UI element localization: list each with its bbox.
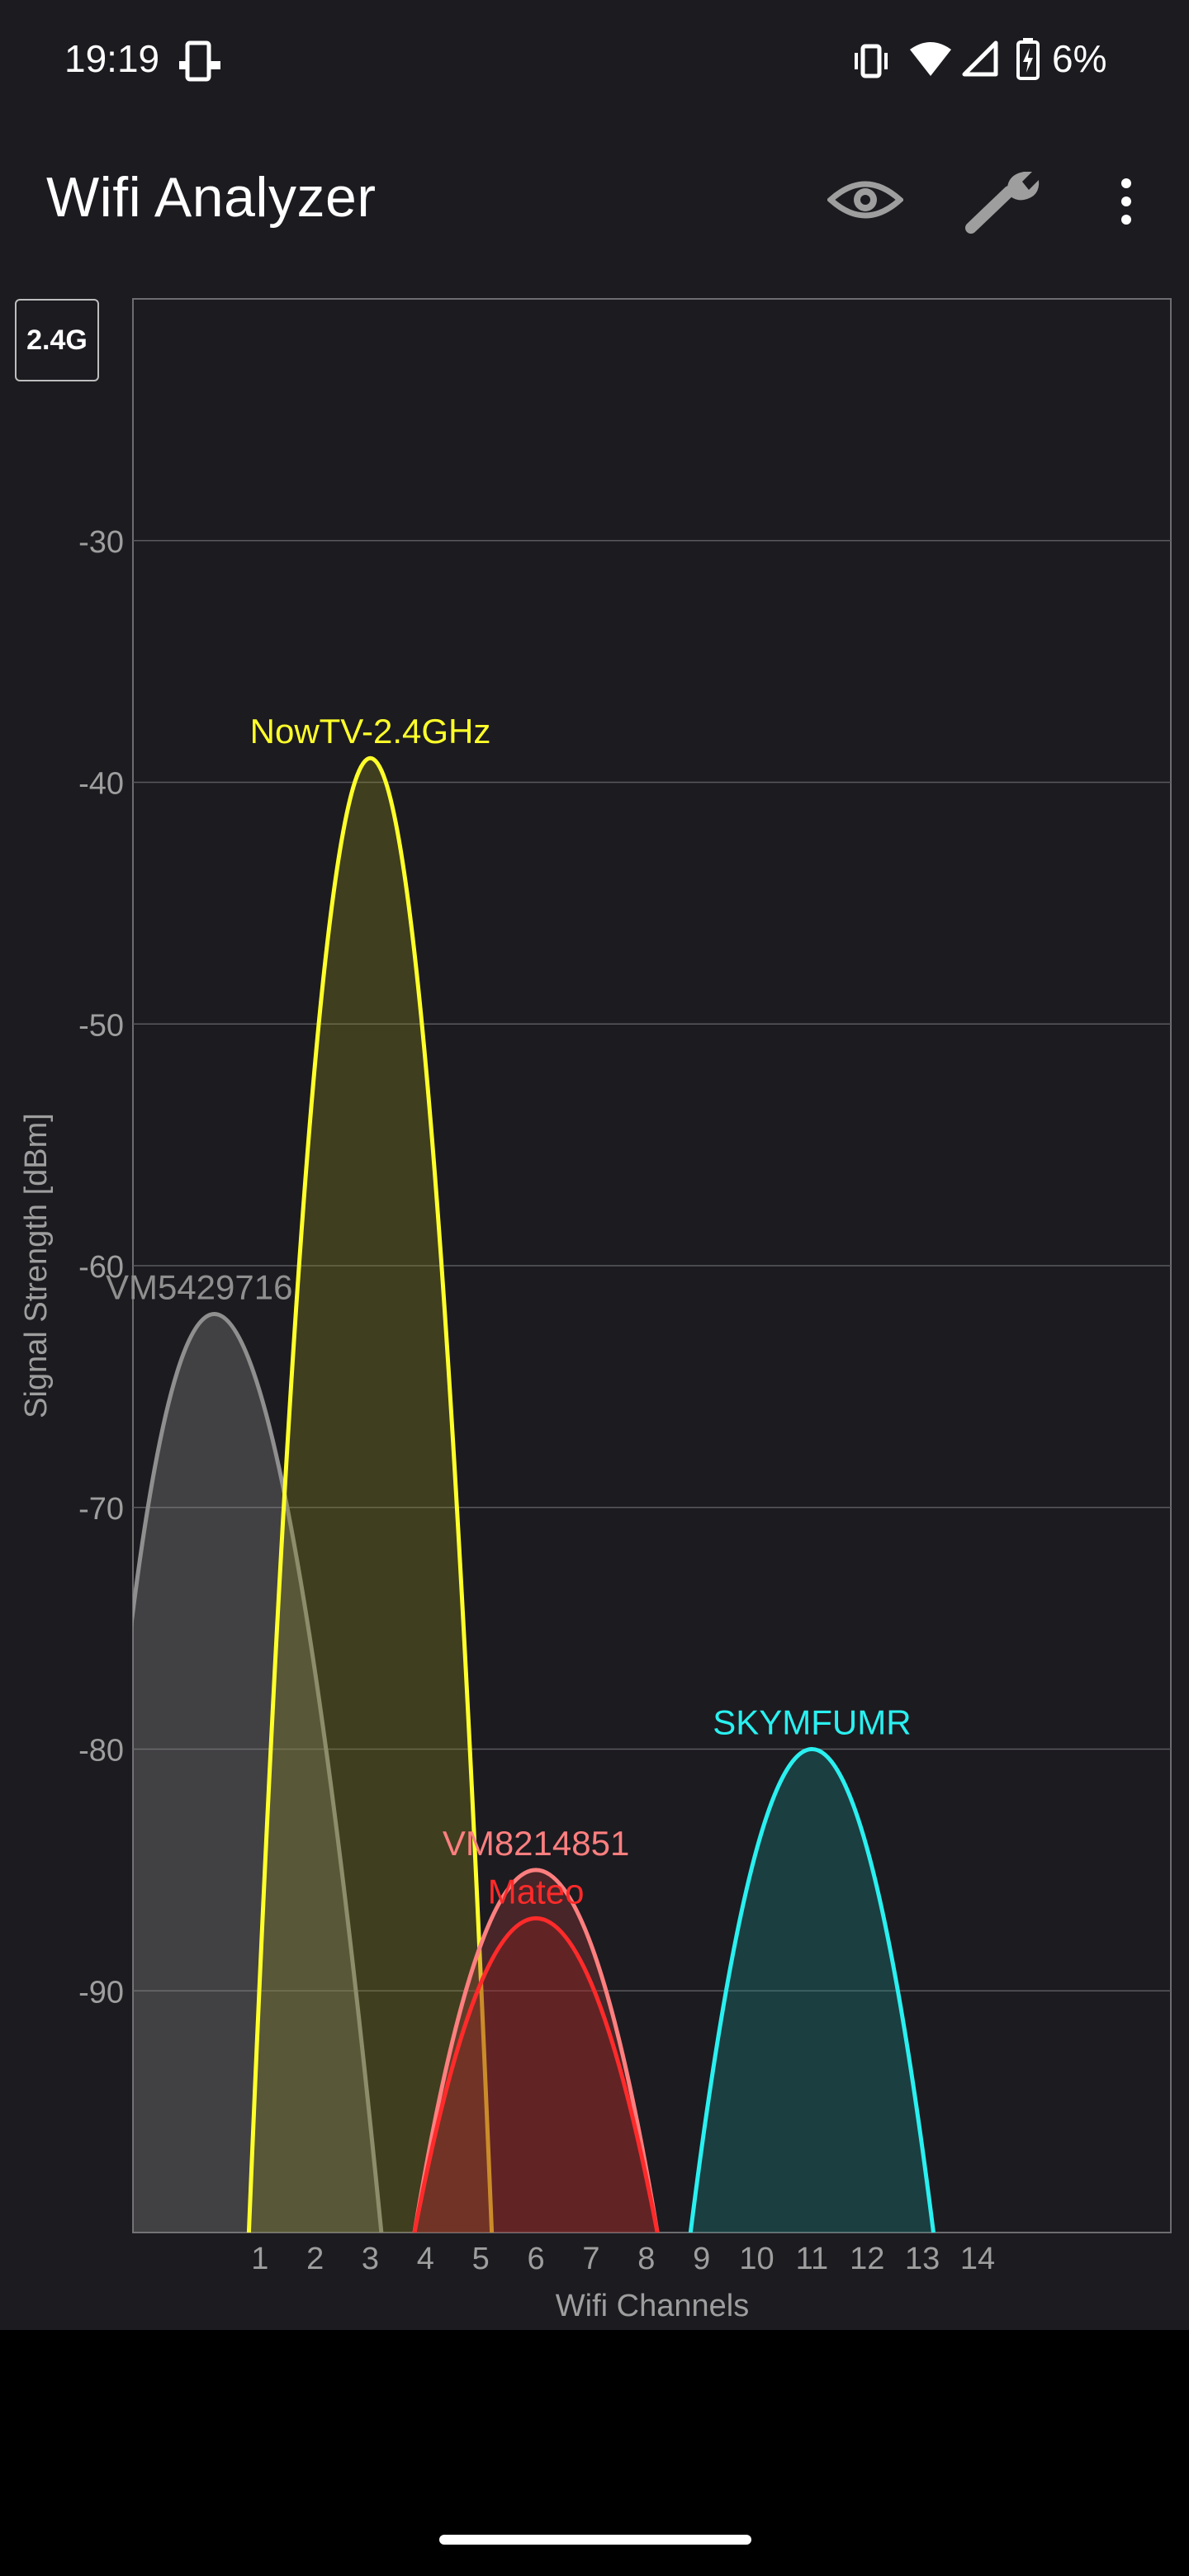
y-tick-label: -70 [78, 1492, 124, 1527]
y-tick-label: -80 [78, 1734, 124, 1769]
x-tick-label: 4 [417, 2242, 434, 2276]
x-tick-label: 12 [850, 2242, 884, 2276]
x-tick-label: 13 [905, 2242, 940, 2276]
x-tick-label: 2 [306, 2242, 324, 2276]
x-tick-label: 5 [472, 2242, 490, 2276]
y-tick-label: -90 [78, 1975, 124, 2010]
channel-graph: -30-40-50-60-70-80-901 2 3 4 5 6 7 8 9 10 11 12 13 14… [19, 298, 1172, 2323]
series-name-label: Mateo [488, 1872, 585, 1911]
series-name-label: VM5429716 [106, 1268, 293, 1307]
series-name-label: NowTV-2.4GHz [250, 712, 491, 751]
y-axis-label: Signal Strength [dBm] [19, 1113, 54, 1418]
x-axis-label: Wifi Channels [556, 2289, 749, 2323]
x-tick-label: 3 [362, 2242, 379, 2276]
x-tick-label: 14 [960, 2242, 995, 2276]
home-gesture-handle[interactable] [439, 2535, 751, 2545]
series-name-label: VM8214851 [443, 1824, 630, 1863]
x-tick-label: 9 [693, 2242, 710, 2276]
x-tick-label: 1 [251, 2242, 268, 2276]
y-tick-label: -50 [78, 1008, 124, 1043]
x-tick-label: 6 [528, 2242, 545, 2276]
series-name-label: SKYMFUMR [713, 1703, 911, 1742]
x-tick-label: 8 [637, 2242, 655, 2276]
x-tick-label: 11 [796, 2242, 828, 2276]
x-tick-label: 7 [582, 2242, 599, 2276]
x-tick-label: 10 [739, 2242, 774, 2276]
y-tick-label: -30 [78, 525, 124, 560]
y-tick-label: -40 [78, 767, 124, 802]
